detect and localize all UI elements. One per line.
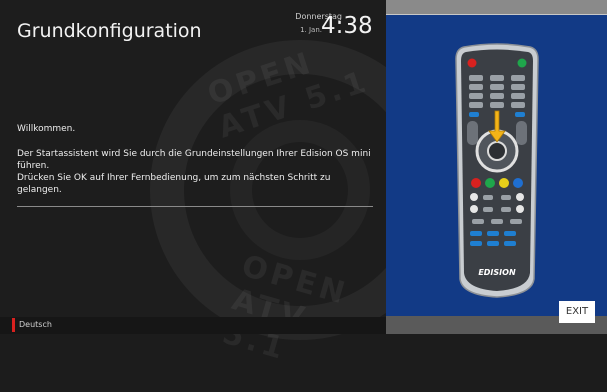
wizard-message: Willkommen. Der Startassistent wird Sie … bbox=[17, 123, 377, 196]
content-panel: OPEN ATV 5.1 OPEN ATV 5.1 Grundkonfigura… bbox=[0, 0, 450, 367]
remote-panel: EDISION EXIT bbox=[386, 0, 607, 334]
intro-text: Der Startassistent wird Sie durch die Gr… bbox=[17, 149, 371, 171]
ok-button-icon bbox=[487, 141, 507, 161]
welcome-text: Willkommen. bbox=[17, 124, 76, 134]
panel-top-line bbox=[386, 14, 607, 15]
divider bbox=[17, 206, 373, 207]
power-button-icon bbox=[467, 58, 477, 68]
date-date: 1. Jan. bbox=[300, 26, 322, 34]
green-top-button-icon bbox=[517, 58, 527, 68]
language-marker bbox=[12, 318, 15, 332]
language-label[interactable]: Deutsch bbox=[19, 320, 52, 329]
green-button-icon bbox=[485, 178, 495, 188]
language-bar bbox=[0, 317, 386, 334]
red-button-icon bbox=[471, 178, 481, 188]
panel-top-strip bbox=[386, 0, 607, 14]
yellow-button-icon bbox=[499, 178, 509, 188]
volume-rocker-icon bbox=[467, 121, 478, 145]
exit-button[interactable]: EXIT bbox=[559, 301, 595, 323]
blue-button-icon bbox=[513, 178, 523, 188]
instruction-text: Drücken Sie OK auf Ihrer Fernbedienung, … bbox=[17, 173, 331, 195]
clock: 4:38 bbox=[321, 13, 373, 39]
remote-brand-logo: EDISION bbox=[478, 268, 516, 277]
channel-rocker-icon bbox=[516, 121, 527, 145]
remote-control-image: EDISION bbox=[455, 43, 539, 298]
page-title: Grundkonfiguration bbox=[17, 20, 202, 42]
